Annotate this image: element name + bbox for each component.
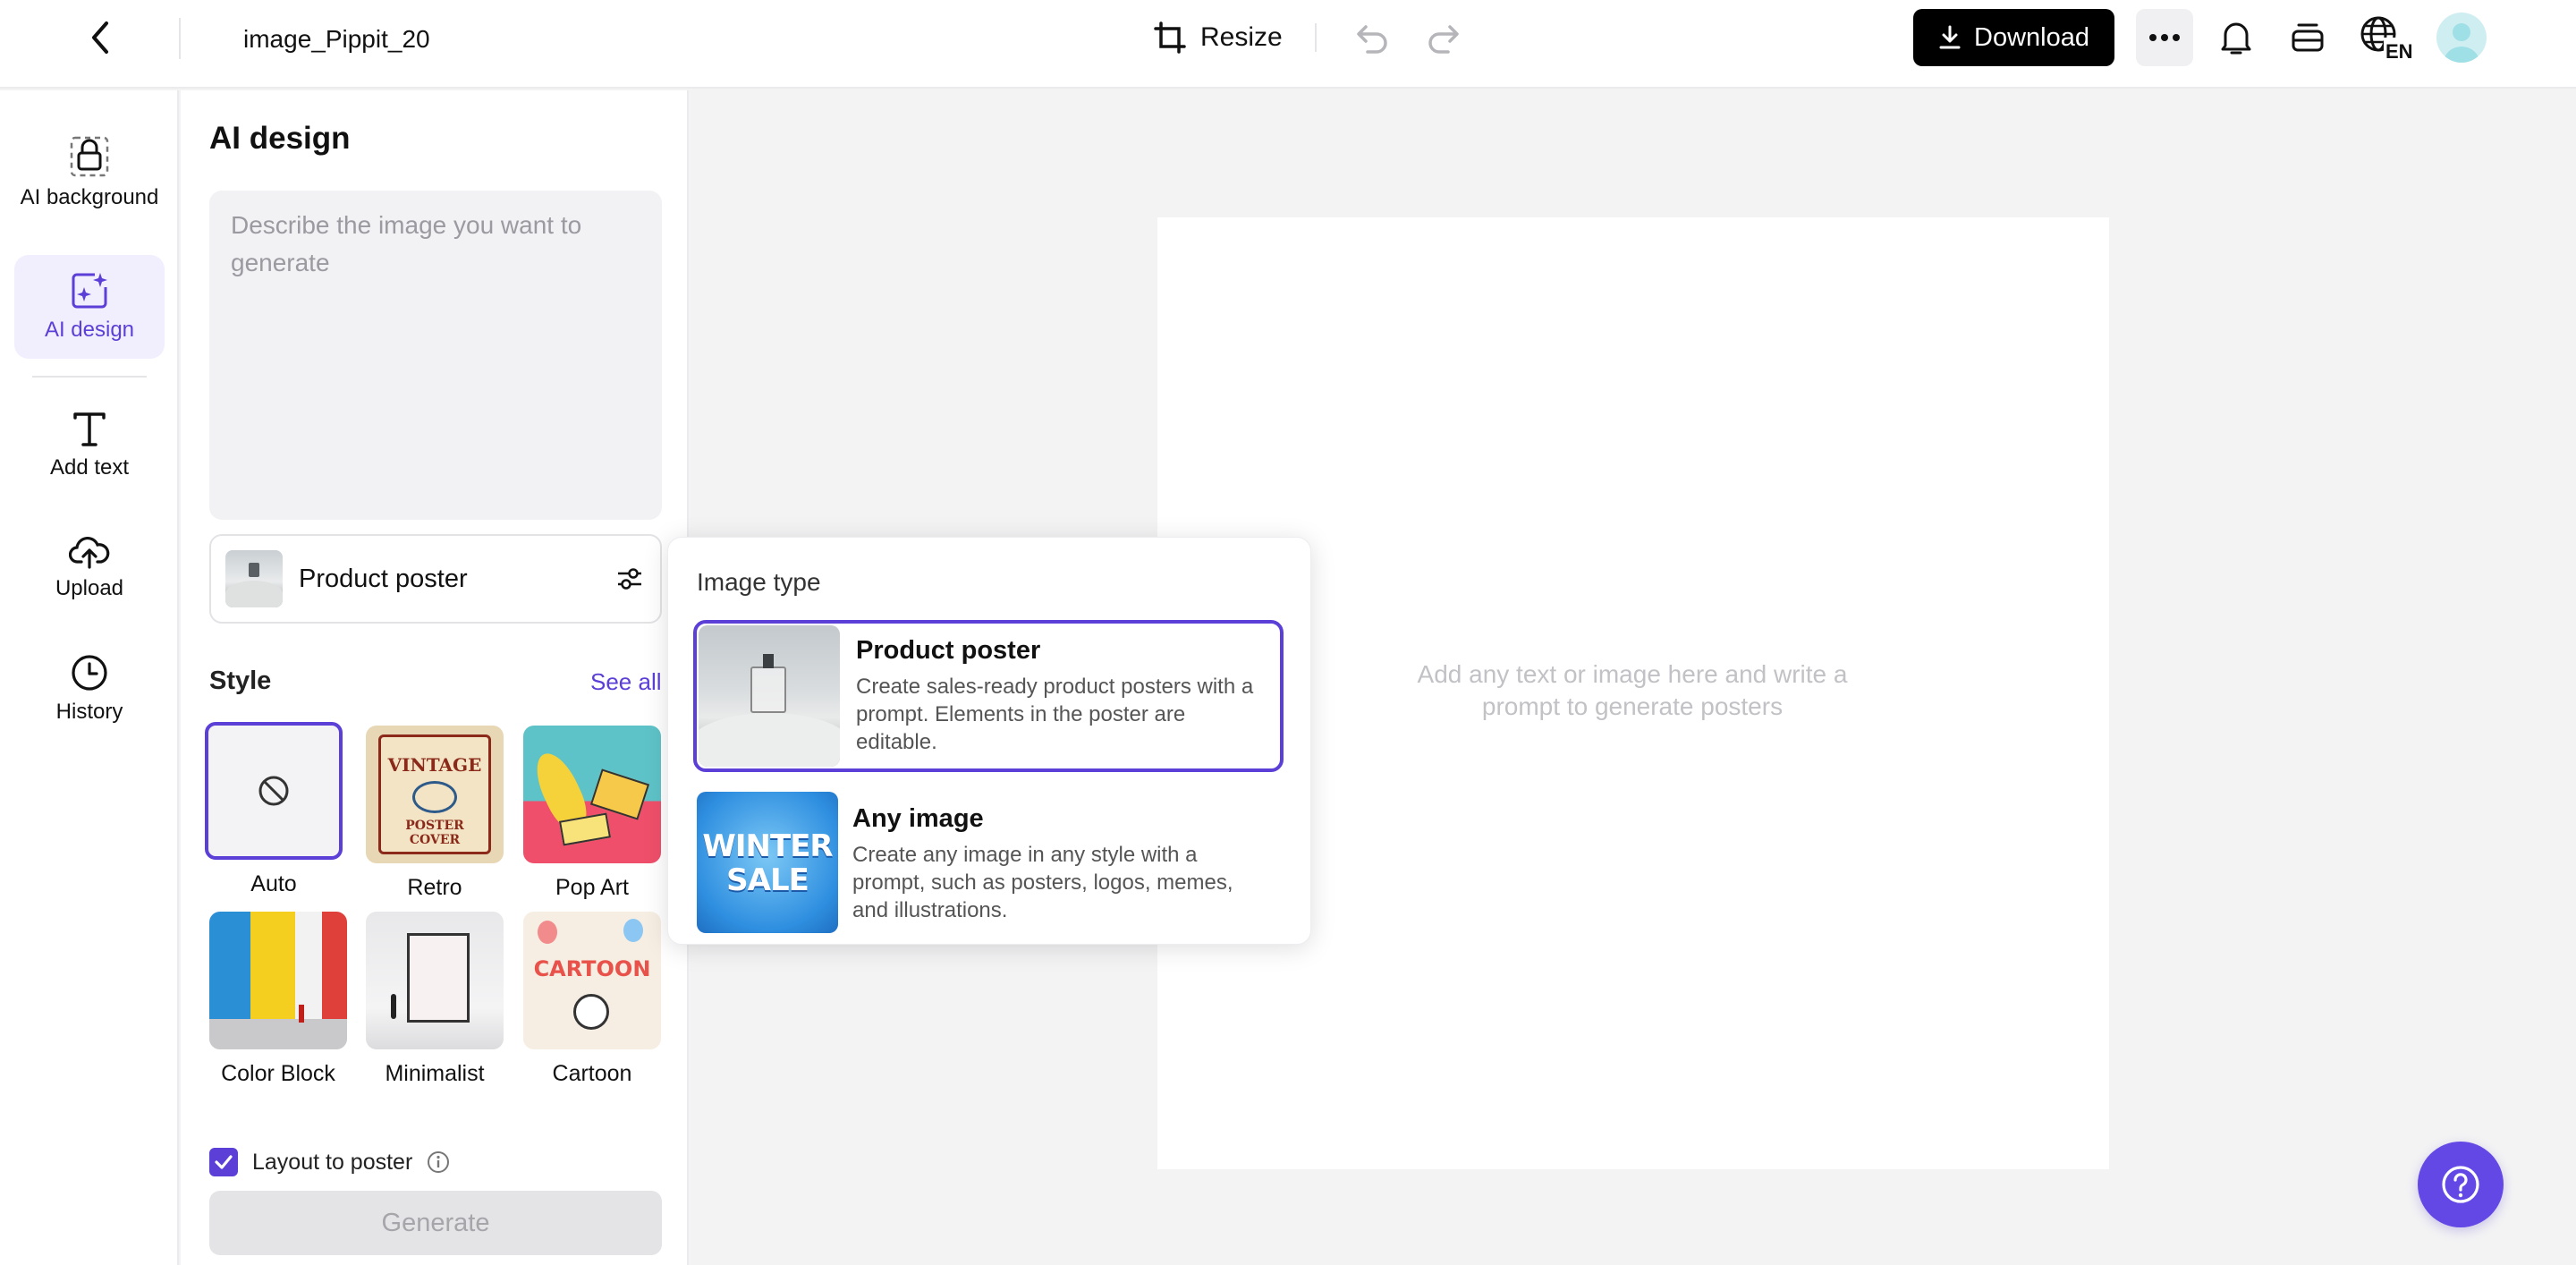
style-thumbnail	[205, 722, 343, 860]
notifications-button[interactable]	[2215, 16, 2258, 59]
style-thumbnail: VINTAGE POSTER COVER	[366, 726, 504, 863]
info-icon[interactable]	[427, 1150, 450, 1174]
clock-icon	[72, 654, 107, 691]
ai-design-panel: AI design Product poster Style See all A…	[181, 90, 689, 1265]
layout-to-poster-checkbox[interactable]: Layout to poster	[209, 1148, 450, 1176]
bag-dashed-icon	[70, 136, 109, 176]
generate-button[interactable]: Generate	[209, 1191, 662, 1255]
help-button[interactable]	[2418, 1142, 2504, 1227]
style-card-cartoon[interactable]: CARTOON Cartoon	[523, 912, 661, 1087]
no-style-icon	[258, 776, 289, 806]
retro-thumb-text: VINTAGE	[387, 754, 482, 776]
cloud-upload-icon	[69, 536, 110, 569]
back-arrow-icon	[92, 21, 108, 54]
image-sparkle-icon	[72, 272, 107, 308]
language-button[interactable]: EN	[2358, 13, 2415, 63]
more-icon	[2149, 34, 2180, 41]
style-name: Retro	[407, 875, 462, 900]
avatar-icon	[2444, 23, 2479, 63]
any-image-thumbnail: WINTER SALE	[697, 792, 838, 933]
rail-label: Upload	[55, 575, 124, 600]
layout-to-poster-label: Layout to poster	[252, 1149, 413, 1175]
rail-label: AI design	[44, 317, 135, 342]
rail-label: AI background	[20, 184, 159, 209]
redo-button[interactable]	[1422, 16, 1465, 59]
layers-button[interactable]	[2286, 16, 2329, 59]
style-thumbnail	[209, 912, 347, 1049]
prompt-input[interactable]	[209, 191, 662, 520]
undo-button[interactable]	[1351, 16, 1394, 59]
option-name: Product poster	[856, 636, 1041, 665]
download-icon	[1939, 25, 1961, 49]
sliders-icon[interactable]	[614, 563, 646, 595]
question-icon	[2442, 1166, 2479, 1203]
option-description: Create any image in any style with a pro…	[852, 843, 1233, 922]
top-bar: image_Pippit_20 Resize Download EN	[0, 0, 2576, 89]
style-name: Pop Art	[555, 875, 629, 900]
canvas-hint: Add any text or image here and write a p…	[1417, 660, 1848, 720]
rail-item-upload[interactable]: Upload	[14, 522, 165, 613]
option-description: Create sales-ready product posters with …	[856, 675, 1254, 754]
product-poster-thumbnail	[225, 550, 283, 607]
cartoon-thumb-text: CARTOON	[533, 956, 651, 981]
more-options-button[interactable]	[2136, 9, 2193, 66]
resize-label: Resize	[1200, 22, 1283, 52]
winter-sale-text: WINTER	[702, 828, 833, 864]
style-card-retro[interactable]: VINTAGE POSTER COVER Retro	[366, 726, 504, 901]
option-name: Any image	[852, 804, 984, 833]
left-rail: AI background AI design Add text Upload …	[0, 90, 179, 1265]
globe-icon: EN	[2360, 16, 2414, 61]
check-icon	[215, 1155, 233, 1169]
bell-icon	[2221, 22, 2251, 55]
style-card-minimalist[interactable]: Minimalist	[366, 912, 504, 1087]
file-title[interactable]: image_Pippit_20	[243, 21, 431, 57]
style-thumbnail: CARTOON	[523, 912, 661, 1049]
style-name: Minimalist	[385, 1061, 485, 1086]
rail-label: Add text	[49, 454, 130, 480]
rail-item-history[interactable]: History	[14, 643, 165, 734]
download-button[interactable]: Download	[1913, 9, 2114, 66]
option-any-image[interactable]: WINTER SALE Any image Create any image i…	[693, 792, 1284, 944]
undo-icon	[1357, 25, 1387, 54]
style-card-auto[interactable]: Auto	[205, 722, 343, 897]
see-all-link[interactable]: See all	[590, 668, 662, 696]
panel-title: AI design	[209, 121, 351, 156]
download-label: Download	[1974, 22, 2089, 52]
rail-item-ai-background[interactable]: AI background	[14, 115, 165, 230]
redo-icon	[1428, 25, 1459, 54]
rail-label: History	[55, 699, 123, 724]
style-thumbnail	[366, 912, 504, 1049]
option-product-poster[interactable]: Product poster Create sales-ready produc…	[693, 620, 1284, 772]
rail-item-add-text[interactable]: Add text	[14, 400, 165, 491]
dropdown-title: Image type	[697, 568, 821, 596]
rail-item-ai-design[interactable]: AI design	[14, 255, 165, 359]
language-code: EN	[2385, 40, 2413, 61]
image-type-label: Product poster	[299, 564, 468, 593]
image-type-select[interactable]: Product poster	[209, 534, 662, 624]
rail-divider	[32, 376, 147, 378]
avatar[interactable]	[2436, 13, 2487, 63]
resize-button[interactable]: Resize	[1152, 16, 1283, 59]
divider	[1315, 23, 1317, 52]
style-name: Auto	[250, 871, 297, 896]
style-name: Color Block	[221, 1061, 335, 1086]
retro-thumb-text: COVER	[409, 833, 461, 847]
text-t-icon	[73, 412, 106, 446]
layers-icon	[2292, 23, 2324, 52]
image-type-dropdown: Image type Product poster Create sales-r…	[667, 537, 1311, 945]
divider	[179, 18, 181, 59]
style-heading: Style	[209, 666, 272, 695]
product-poster-thumbnail	[699, 625, 840, 767]
winter-sale-text: SALE	[726, 862, 809, 898]
style-card-color-block[interactable]: Color Block	[209, 912, 347, 1087]
checkbox-checked[interactable]	[209, 1148, 238, 1176]
style-thumbnail	[523, 726, 661, 863]
style-name: Cartoon	[552, 1061, 632, 1086]
resize-icon	[1154, 21, 1186, 54]
style-card-pop-art[interactable]: Pop Art	[523, 726, 661, 901]
back-button[interactable]	[82, 18, 118, 57]
retro-thumb-text: POSTER	[405, 819, 464, 833]
